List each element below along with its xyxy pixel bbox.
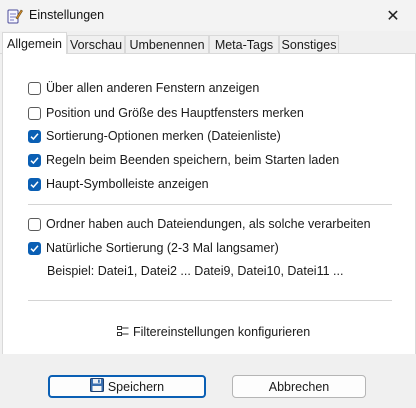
option-always-on-top[interactable]: Über allen anderen Fenstern anzeigen — [28, 80, 259, 96]
checkbox[interactable] — [28, 241, 41, 255]
pen-notepad-icon — [7, 8, 23, 24]
save-button-label: Speichern — [107, 379, 165, 394]
checkbox[interactable] — [28, 177, 41, 191]
floppy-disk-icon — [89, 378, 108, 395]
option-label: Regeln beim Beenden speichern, beim Star… — [46, 153, 340, 167]
option-label: Über allen anderen Fenstern anzeigen — [46, 81, 260, 95]
sort-example-text: Beispiel: Datei1, Datei2 ... Datei9, Dat… — [47, 264, 344, 278]
option-label: Position und Größe des Hauptfensters mer… — [46, 106, 304, 120]
checkbox[interactable] — [28, 153, 41, 167]
tab-allgemein[interactable]: Allgemein — [2, 32, 67, 54]
filter-settings-label: Filtereinstellungen konfigurieren — [133, 325, 311, 339]
window-title: Einstellungen — [29, 8, 105, 22]
filter-settings-icon — [117, 325, 133, 339]
option-folder-extensions[interactable]: Ordner haben auch Dateiendungen, als sol… — [28, 216, 371, 232]
option-label: Ordner haben auch Dateiendungen, als sol… — [46, 217, 371, 231]
checkbox[interactable] — [28, 217, 41, 231]
option-remember-sort[interactable]: Sortierung-Optionen merken (Dateienliste… — [28, 128, 281, 144]
divider — [28, 204, 392, 205]
option-remember-window[interactable]: Position und Größe des Hauptfensters mer… — [28, 105, 304, 121]
tab-meta-tags[interactable]: Meta-Tags — [209, 35, 279, 53]
title-bar: Einstellungen ✕ — [0, 0, 416, 31]
checkbox[interactable] — [28, 129, 41, 143]
close-icon: ✕ — [386, 7, 400, 25]
close-button[interactable]: ✕ — [370, 0, 416, 31]
option-label: Sortierung-Optionen merken (Dateienliste… — [46, 129, 281, 143]
checkbox[interactable] — [28, 81, 41, 95]
cancel-button-label: Abbrechen — [268, 379, 330, 394]
filter-settings-link[interactable]: Filtereinstellungen konfigurieren — [117, 324, 310, 340]
option-save-rules[interactable]: Regeln beim Beenden speichern, beim Star… — [28, 152, 339, 168]
divider — [28, 300, 392, 301]
tab-vorschau[interactable]: Vorschau — [67, 35, 125, 53]
option-natural-sort[interactable]: Natürliche Sortierung (2-3 Mal langsamer… — [28, 240, 279, 256]
checkbox[interactable] — [28, 106, 41, 120]
option-label: Haupt-Symbolleiste anzeigen — [46, 177, 209, 191]
save-button[interactable]: Speichern — [48, 375, 206, 398]
cancel-button[interactable]: Abbrechen — [232, 375, 366, 398]
option-show-toolbar[interactable]: Haupt-Symbolleiste anzeigen — [28, 176, 209, 192]
option-label: Natürliche Sortierung (2-3 Mal langsamer… — [46, 241, 279, 255]
tab-umbenennen[interactable]: Umbenennen — [125, 35, 209, 53]
tab-sonstiges[interactable]: Sonstiges — [279, 35, 339, 53]
